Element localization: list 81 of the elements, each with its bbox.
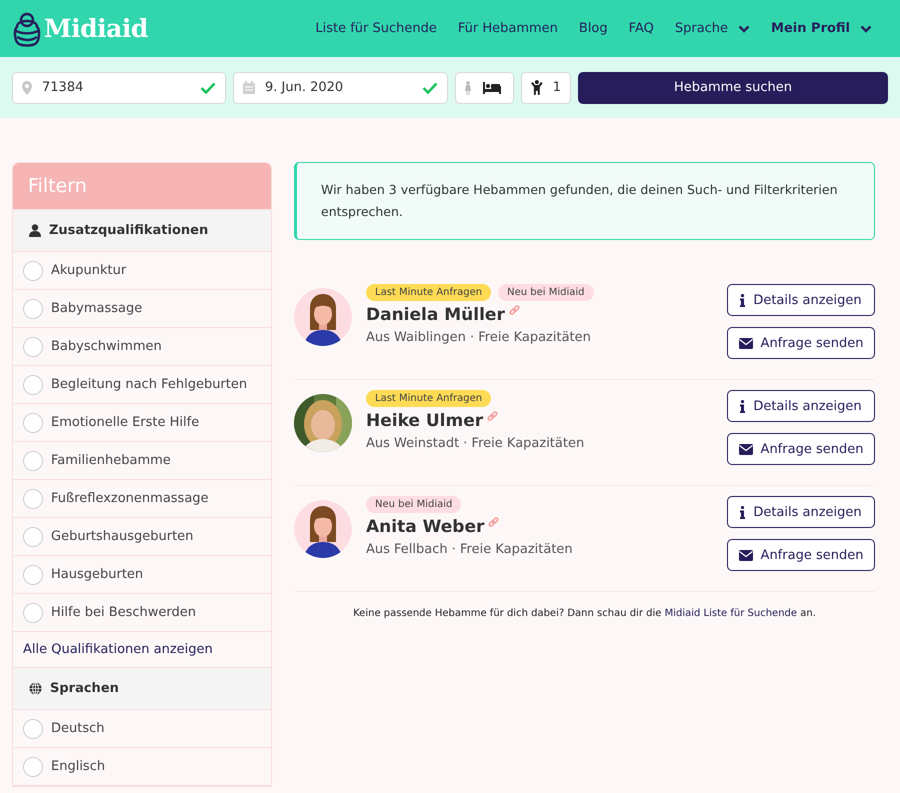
filter-option-label[interactable]: Babyschwimmen <box>51 339 162 354</box>
details-button[interactable]: Details anzeigen <box>727 496 875 528</box>
filter-option-label[interactable]: Geburtshausgeburten <box>51 529 194 544</box>
filter-radio[interactable] <box>23 260 43 280</box>
request-button[interactable]: Anfrage senden <box>727 327 875 359</box>
filter-option-label[interactable]: Akupunktur <box>51 263 126 278</box>
midwife-name[interactable]: Anita Weber <box>366 517 484 537</box>
children-field[interactable]: 1 <box>521 72 571 104</box>
envelope-icon <box>738 550 753 560</box>
envelope-icon <box>738 338 753 348</box>
nav-link[interactable]: FAQ <box>628 21 654 36</box>
filter-radio[interactable] <box>23 564 43 584</box>
filter-radio[interactable] <box>23 412 43 432</box>
badge: Last Minute Anfragen <box>366 284 492 301</box>
filter-radio[interactable] <box>23 756 43 776</box>
nav-link[interactable]: Blog <box>578 21 608 36</box>
section-title: Sprachen <box>50 681 119 696</box>
calendar-icon <box>243 81 255 94</box>
location-pin-icon <box>22 80 32 94</box>
details-button[interactable]: Details anzeigen <box>727 390 875 422</box>
filter-option-label[interactable]: Englisch <box>51 759 106 774</box>
logo-icon[interactable] <box>12 10 42 46</box>
filter-option-label[interactable]: Fußreflexzonenmassage <box>51 491 209 506</box>
nav-link[interactable]: Sprache <box>674 21 750 36</box>
woman-icon <box>465 80 471 94</box>
nav-link[interactable]: Für Hebammen <box>458 21 558 36</box>
request-button[interactable]: Anfrage senden <box>727 539 875 571</box>
footer-note: Keine passende Hebamme für dich dabei? Dann schau dir die Midiaid Liste für Suchende an. <box>352 608 817 619</box>
person-icon <box>29 224 41 237</box>
filter-radio[interactable] <box>23 602 43 622</box>
filter-radio[interactable] <box>23 450 43 470</box>
badge: Last Minute Anfragen <box>366 390 492 407</box>
section-title: Zusatzqualifikationen <box>49 223 208 238</box>
list-link[interactable]: Midiaid Liste für Suchende <box>664 608 798 619</box>
badge: Neu bei Midiaid <box>366 496 462 513</box>
filter-option-label[interactable]: Begleitung nach Fehlgeburten <box>51 377 248 392</box>
filter-title: Filtern <box>13 163 271 209</box>
envelope-icon <box>738 444 753 454</box>
link-icon[interactable] <box>487 411 498 422</box>
filter-option-label[interactable]: Familienhebamme <box>51 453 171 468</box>
avatar-icon <box>294 500 352 558</box>
midwife-info: Aus Fellbach · Freie Kapazitäten <box>366 542 574 557</box>
info-icon <box>740 400 746 412</box>
midwife-name[interactable]: Daniela Müller <box>366 305 505 325</box>
check-icon <box>200 82 216 94</box>
filter-radio[interactable] <box>23 718 43 738</box>
show-all-link[interactable]: Alle Qualifikationen anzeigen <box>13 632 271 667</box>
chevron-down-icon <box>738 24 750 32</box>
midwife-name[interactable]: Heike Ulmer <box>366 411 484 431</box>
link-icon[interactable] <box>508 305 520 316</box>
details-button[interactable]: Details anzeigen <box>727 284 875 316</box>
midwife-info: Aus Weinstadt · Freie Kapazitäten <box>366 436 586 451</box>
info-icon <box>740 506 746 518</box>
location-field[interactable]: 71384 <box>12 72 226 104</box>
date-field[interactable]: 9. Jun. 2020 <box>233 72 448 104</box>
link-icon[interactable] <box>488 517 500 528</box>
result-message: Wir haben 3 verfügbare Hebammen gefunden, die deinen Such- und Filterkriterien entsprechen. <box>294 162 875 240</box>
filter-radio[interactable] <box>23 488 43 508</box>
avatar-icon <box>294 288 352 346</box>
globe-icon <box>29 682 42 695</box>
birth-type-field[interactable] <box>455 72 514 104</box>
nav-link[interactable]: Mein Profil <box>771 21 872 36</box>
badge: Neu bei Midiaid <box>498 284 594 301</box>
filter-radio[interactable] <box>23 298 43 318</box>
chevron-down-icon <box>860 24 872 32</box>
filter-option-label[interactable]: Hilfe bei Beschwerden <box>51 605 196 620</box>
info-icon <box>740 294 746 306</box>
child-icon <box>531 80 543 95</box>
nav-link[interactable]: Liste für Suchende <box>315 21 437 36</box>
filter-option-label[interactable]: Hausgeburten <box>51 567 144 582</box>
filter-radio[interactable] <box>23 526 43 546</box>
filter-option-label[interactable]: Babymassage <box>51 301 142 316</box>
filter-option-label[interactable]: Deutsch <box>51 721 105 736</box>
bed-icon <box>483 82 501 94</box>
midwife-info: Aus Waiblingen · Freie Kapazitäten <box>366 330 592 345</box>
filter-radio[interactable] <box>23 374 43 394</box>
filter-radio[interactable] <box>23 336 43 356</box>
request-button[interactable]: Anfrage senden <box>727 433 875 465</box>
filter-option-label[interactable]: Emotionelle Erste Hilfe <box>51 415 200 430</box>
search-button[interactable]: Hebamme suchen <box>578 72 888 104</box>
check-icon <box>422 82 438 94</box>
